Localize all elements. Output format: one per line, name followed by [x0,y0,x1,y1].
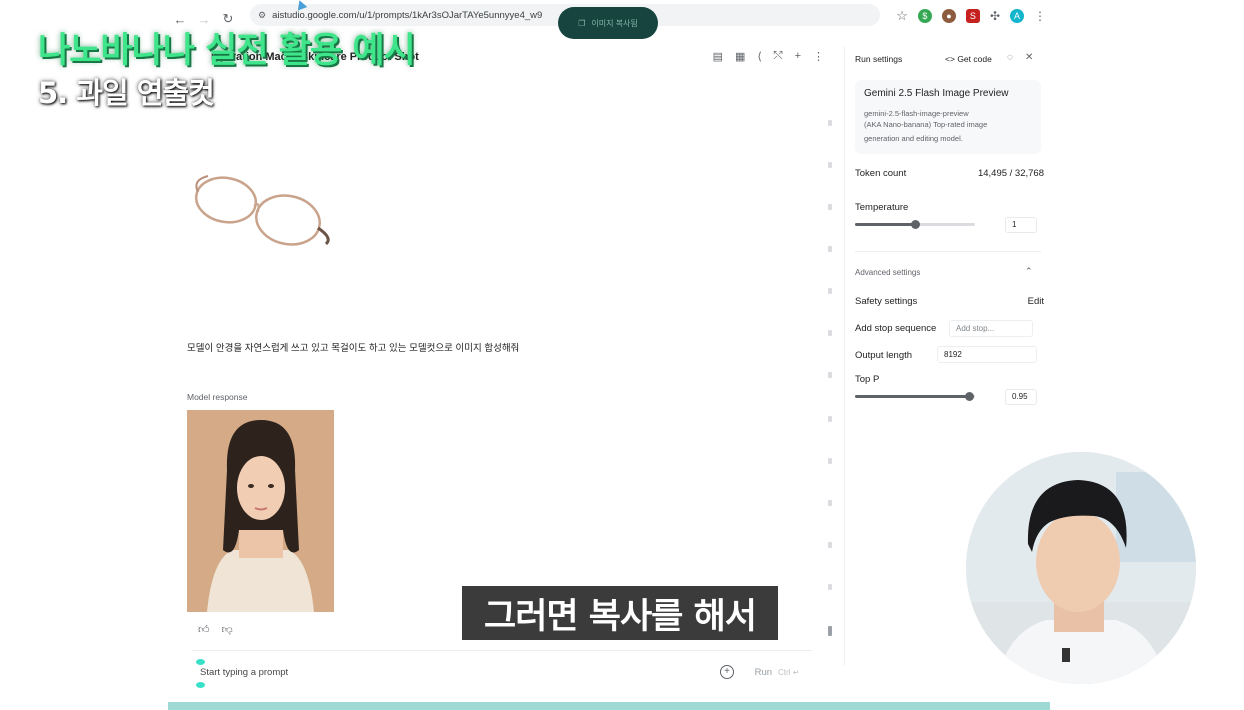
temperature-slider-knob[interactable] [911,220,920,229]
scroll-tick[interactable] [828,542,832,548]
advanced-settings-label[interactable]: Advanced settings [855,268,920,277]
model-name: Gemini 2.5 Flash Image Preview [864,88,1009,99]
extensions-puzzle-icon[interactable]: ✣ [990,9,1000,23]
scroll-tick[interactable] [828,500,832,506]
code-icon: <> [945,54,955,64]
copy-icon: ❐ [578,18,586,28]
add-icon[interactable]: + [795,50,801,63]
compare-icon[interactable]: ▤ [713,50,723,63]
stop-sequence-input[interactable]: Add stop... [949,320,1033,337]
feedback-buttons: 👍︎ 👎︎ [198,623,233,636]
close-icon[interactable]: ✕ [1025,52,1033,63]
stop-sequence-label: Add stop sequence [855,323,937,334]
add-media-button[interactable]: + [720,665,734,679]
chat-area: 모델이 안경을 자연스럽게 쓰고 있고 목걸이도 하고 있는 모델컷으로 이미지… [168,80,834,640]
model-description-line: generation and editing model. [864,134,963,143]
more-options-icon[interactable]: ⋮ [813,50,824,63]
top-p-slider[interactable] [855,392,975,401]
profile-avatar[interactable]: A [1010,9,1024,23]
table-icon[interactable]: ▦ [735,50,745,63]
temperature-slider-fill [855,223,915,226]
run-shortcut: Ctrl ↵ [778,667,800,677]
token-count-label: Token count [855,168,907,179]
top-p-slider-knob[interactable] [965,392,974,401]
scroll-tick[interactable] [828,330,832,336]
chevron-up-icon[interactable]: ⌃ [1025,266,1033,277]
scroll-tick[interactable] [828,120,832,126]
model-description: (AKA Nano-banana) Top-rated image genera… [864,118,1032,146]
temperature-input[interactable]: 1 [1005,217,1037,233]
extension-green-icon[interactable]: $ [917,9,932,23]
copied-toast: ❐ 이미지 복사됨 [558,7,658,39]
run-settings-title: Run settings [855,54,903,64]
divider [855,251,1041,252]
user-prompt-text: 모델이 안경을 자연스럽게 쓰고 있고 목걸이도 하고 있는 모델컷으로 이미지… [187,343,520,354]
scroll-thumb[interactable] [828,626,832,636]
temperature-slider[interactable] [855,220,975,229]
video-frame: ← → ↻ ⚙ aistudio.google.com/u/1/prompts/… [0,0,1244,710]
caption-subtitle: 그러면 복사를 해서 [462,586,778,640]
reset-icon[interactable]: ◌ [1007,52,1013,63]
scroll-tick[interactable] [828,162,832,168]
get-code-button[interactable]: <> Get code [945,54,992,64]
top-p-slider-fill [855,395,969,398]
model-id: gemini-2.5-flash-image-preview [864,109,969,118]
chat-scrollbar[interactable] [828,120,834,640]
taskbar-strip [168,702,1050,710]
model-description-line: (AKA Nano-banana) Top-rated image [864,120,988,129]
webcam-presenter-image [966,452,1196,684]
top-p-label: Top P [855,374,880,385]
video-subtitle-overlay: 5. 과일 연출컷 [38,76,215,110]
top-p-input[interactable]: 0.95 [1005,389,1037,405]
video-title-overlay: 나노바나나 실전 활용 예시 [38,31,416,71]
scroll-tick[interactable] [828,584,832,590]
extension-s-icon[interactable]: S [965,9,980,23]
safety-edit-button[interactable]: Edit [1028,296,1044,307]
model-selector[interactable]: Gemini 2.5 Flash Image Preview gemini-2.… [855,80,1041,154]
browser-menu-icon[interactable]: ⋮ [1034,9,1046,23]
temperature-label: Temperature [855,202,909,213]
thumbs-down-icon[interactable]: 👎︎ [222,623,233,636]
eyeglasses-image[interactable] [188,120,338,320]
address-url: aistudio.google.com/u/1/prompts/1kAr3sOJ… [272,9,543,21]
site-info-icon[interactable]: ⚙ [258,10,266,21]
click-marker [196,659,205,665]
scroll-tick[interactable] [828,288,832,294]
run-button[interactable]: Run Ctrl ↵ [744,661,810,683]
run-label: Run [754,666,773,678]
output-length-input[interactable]: 8192 [937,346,1037,363]
share-icon[interactable]: ⟨ [757,50,761,63]
scroll-tick[interactable] [828,458,832,464]
model-response-label: Model response [187,392,248,402]
get-code-label: Get code [957,54,992,64]
scroll-tick[interactable] [828,246,832,252]
scroll-tick[interactable] [828,372,832,378]
branch-icon[interactable]: ⤲ [774,50,783,63]
prompt-bar: + Run Ctrl ↵ [192,650,812,696]
extension-cookie-icon[interactable]: ● [941,9,956,23]
safety-settings-label: Safety settings [855,296,918,307]
output-length-label: Output length [855,350,913,361]
extensions-row: ☆ $ ● S ✣ A ⋮ [896,8,1046,24]
scroll-tick[interactable] [828,416,832,422]
token-count-value: 14,495 / 32,768 [977,168,1044,179]
generated-model-image[interactable] [187,410,334,612]
click-marker [196,682,205,688]
bookmark-star-icon[interactable]: ☆ [896,8,908,24]
prompt-input[interactable] [200,667,600,678]
toolbar-icons: ▤ ▦ ⟨ ⤲ + ⋮ [713,50,824,63]
scroll-tick[interactable] [828,204,832,210]
thumbs-up-icon[interactable]: 👍︎ [198,623,210,636]
toast-text: 이미지 복사됨 [591,18,638,28]
panel-icons: ◌ ✕ [1007,52,1033,63]
